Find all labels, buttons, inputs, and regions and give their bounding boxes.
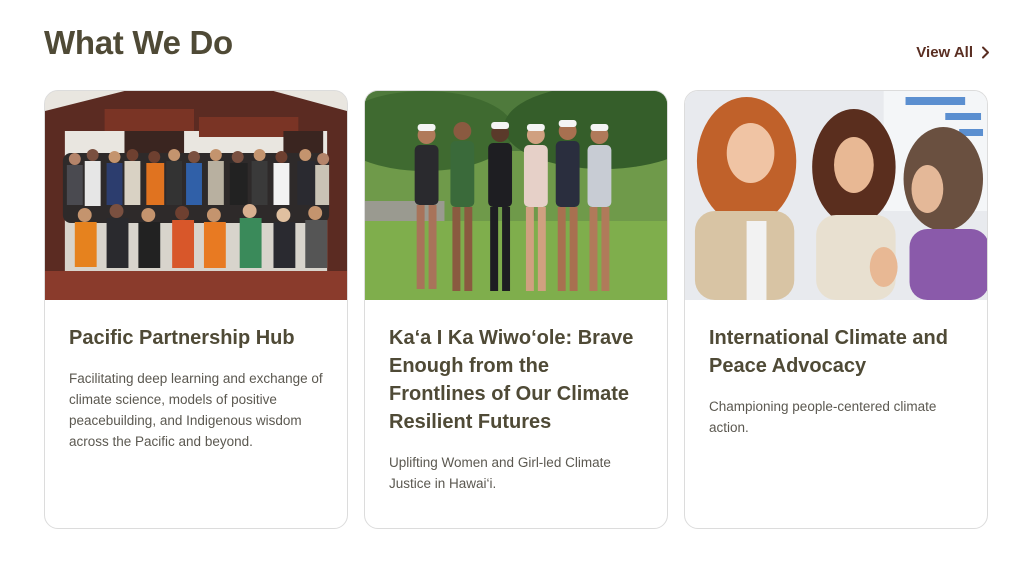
card-title[interactable]: Pacific Partnership Hub [69,324,323,352]
card-description: Facilitating deep learning and exchange … [69,371,323,449]
view-all-label: View All [916,44,973,61]
what-we-do-section: What We Do View All Pacific Partnership … [0,0,1024,562]
card-description: Championing people-centered climate acti… [709,399,937,435]
card-title[interactable]: Ka‘a I Ka Wiwo‘ole: Brave Enough from th… [389,324,643,436]
card-body: Pacific Partnership Hub Facilitating dee… [45,300,347,452]
program-card-kaa-i-ka-wiwoole[interactable]: Ka‘a I Ka Wiwo‘ole: Brave Enough from th… [364,90,668,529]
young-women-photo-image [365,91,667,300]
view-all-link[interactable]: View All [916,44,990,61]
card-body: International Climate and Peace Advocacy… [685,300,987,438]
card-body: Ka‘a I Ka Wiwo‘ole: Brave Enough from th… [365,300,667,494]
program-card-international-climate-peace-advocacy[interactable]: International Climate and Peace Advocacy… [684,90,988,529]
program-card-pacific-partnership-hub[interactable]: Pacific Partnership Hub Facilitating dee… [44,90,348,529]
chevron-right-icon [981,46,990,59]
card-grid: Pacific Partnership Hub Facilitating dee… [44,90,988,529]
section-title: What We Do [44,24,233,61]
group-photo-image [45,91,347,300]
card-description: Uplifting Women and Girl-led Climate Jus… [389,455,611,491]
advocacy-photo-image [685,91,987,300]
card-title[interactable]: International Climate and Peace Advocacy [709,324,963,380]
